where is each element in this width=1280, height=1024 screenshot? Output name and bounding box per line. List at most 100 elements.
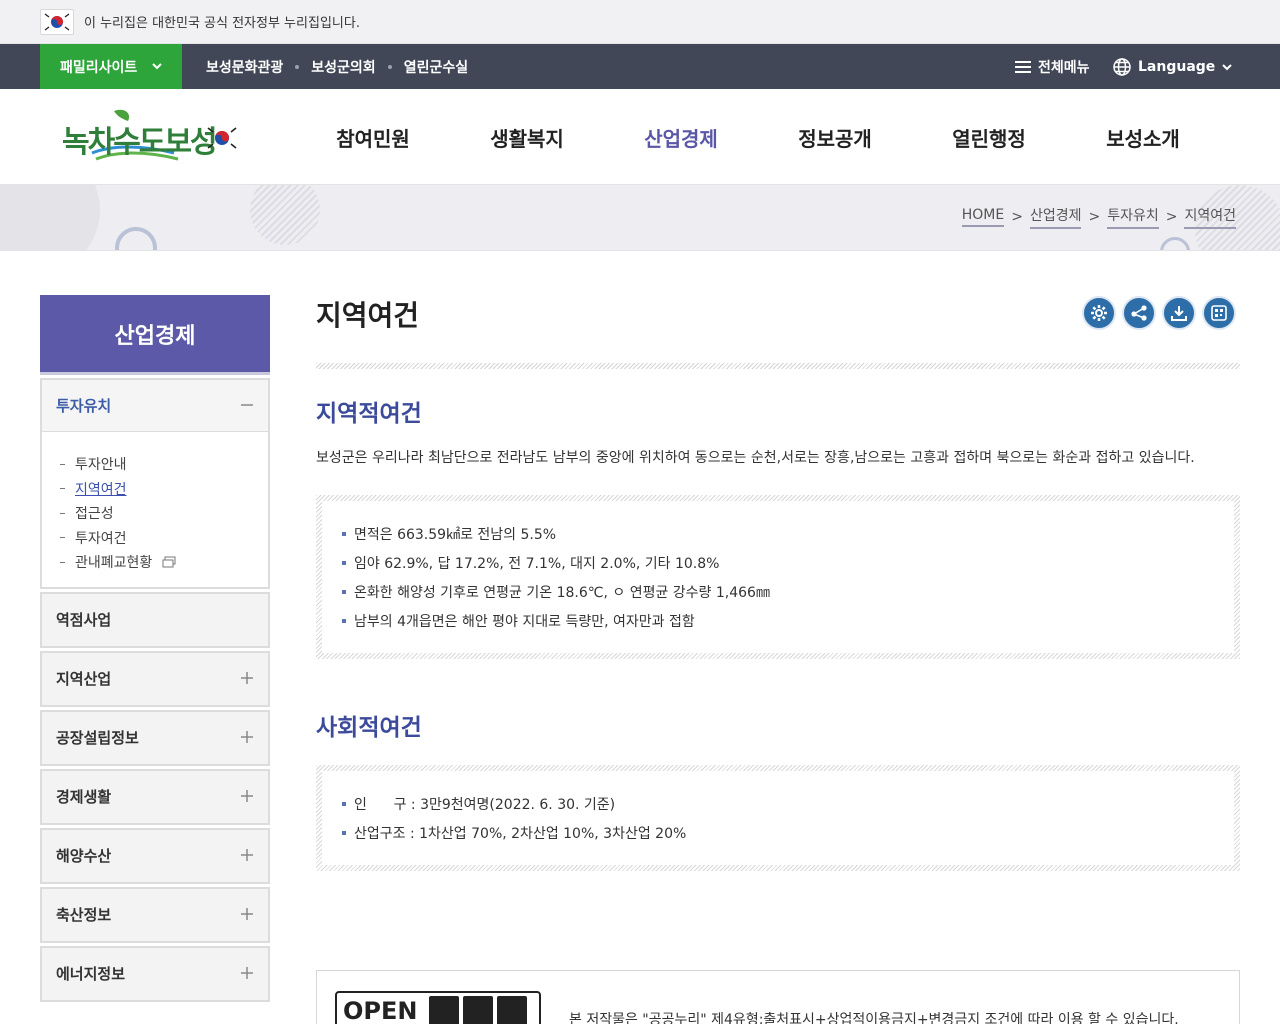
hamburger-icon bbox=[1015, 60, 1031, 73]
lnb-group-label: 축산정보 bbox=[56, 906, 112, 924]
family-site-button[interactable]: 패밀리사이트 bbox=[40, 44, 182, 89]
lnb-group-head[interactable]: 축산정보 bbox=[42, 888, 268, 941]
logo-text: 녹차수도보성 bbox=[62, 125, 218, 160]
gov-banner-text: 이 누리집은 대한민국 공식 전자정부 누리집입니다. bbox=[84, 16, 360, 31]
breadcrumb-home[interactable]: HOME bbox=[961, 207, 1005, 227]
lnb-group-label: 경제생활 bbox=[56, 788, 112, 806]
bullet-text: 인 구 : 3만9천여명(2022. 6. 30. 기준) bbox=[354, 796, 616, 813]
util-link-mayor-office[interactable]: 열린군수실 bbox=[404, 57, 468, 77]
lnb-sub-item[interactable]: 투자여건 bbox=[60, 526, 254, 551]
share-icon bbox=[1131, 305, 1147, 321]
lnb-sub-label: 투자여건 bbox=[75, 530, 127, 547]
lnb-group[interactable]: 해양수산 bbox=[40, 827, 270, 884]
license-text: 본 저작물은 "공공누리" 제4유형:출처표시+상업적이용금지+변경금지 조건에… bbox=[569, 1012, 1179, 1024]
gnb-about-boseong[interactable]: 보성소개 bbox=[1066, 89, 1220, 185]
lnb-group-head[interactable]: 해양수산 bbox=[42, 829, 268, 882]
breadcrumb-investment[interactable]: 투자유치 bbox=[1107, 205, 1159, 229]
lnb-group-head[interactable]: 경제생활 bbox=[42, 770, 268, 823]
site-logo[interactable]: 녹차수도보성 bbox=[62, 105, 242, 169]
korea-flag-icon bbox=[40, 9, 74, 35]
settings-button[interactable] bbox=[1082, 296, 1116, 330]
lnb-sub-label: 접근성 bbox=[75, 506, 114, 523]
gnb-welfare[interactable]: 생활복지 bbox=[450, 89, 604, 185]
gnb-industry-economy[interactable]: 산업경제 bbox=[604, 89, 758, 185]
square-bullet-icon bbox=[342, 589, 346, 594]
gov-banner: 이 누리집은 대한민국 공식 전자정부 누리집입니다. bbox=[0, 0, 1280, 44]
sub-visual-banner: HOME > 산업경제 > 투자유치 > 지역여건 bbox=[0, 185, 1280, 251]
lnb-sub-item[interactable]: 투자안내 bbox=[60, 452, 254, 477]
lnb-submenu: 투자안내 지역여건 접근성 투자여건 관내폐교현황 bbox=[42, 432, 268, 587]
open-badge-text: OPEN bbox=[343, 997, 418, 1024]
breadcrumb-current[interactable]: 지역여건 bbox=[1184, 205, 1236, 229]
chevron-down-icon bbox=[152, 63, 162, 70]
all-menu-button[interactable]: 전체메뉴 bbox=[1014, 44, 1090, 89]
lnb-sub-item[interactable]: 접근성 bbox=[60, 501, 254, 526]
language-button[interactable]: Language bbox=[1112, 44, 1233, 89]
plus-icon bbox=[241, 789, 253, 802]
lnb-group[interactable]: 지역산업 bbox=[40, 650, 270, 707]
square-bullet-icon bbox=[342, 830, 346, 835]
global-navigation: 참여민원 생활복지 산업경제 정보공개 열린행정 보성소개 bbox=[296, 89, 1220, 185]
gnb-open-admin[interactable]: 열린행정 bbox=[912, 89, 1066, 185]
section-description: 보성군은 우리나라 최남단으로 전라남도 남부의 중앙에 위치하여 동으로는 순… bbox=[316, 450, 1195, 466]
lnb-group[interactable]: 에너지정보 bbox=[40, 945, 270, 1002]
site-header: 녹차수도보성 참여민원 생활복지 산업경제 정보공개 열린행정 보성소개 bbox=[0, 89, 1280, 185]
utility-links: 보성문화관광 보성군의회 열린군수실 bbox=[206, 44, 468, 89]
share-button[interactable] bbox=[1122, 296, 1156, 330]
info-bullet: 인 구 : 3만9천여명(2022. 6. 30. 기준) bbox=[342, 789, 1214, 818]
section-title-social: 사회적여건 bbox=[316, 715, 422, 741]
page-title: 지역여건 bbox=[316, 299, 420, 332]
square-bullet-icon bbox=[342, 531, 346, 536]
lnb-group-head[interactable]: 지역산업 bbox=[42, 652, 268, 705]
breadcrumb-industry[interactable]: 산업경제 bbox=[1029, 205, 1082, 229]
plus-icon bbox=[241, 966, 253, 979]
open-license-box: OPEN 본 저작물은 "공공누리" 제4유형:출처표시+상업적이용금지+변경금… bbox=[316, 970, 1240, 1024]
qr-code-button[interactable] bbox=[1202, 296, 1236, 330]
download-icon bbox=[1171, 306, 1187, 321]
dash-bullet bbox=[60, 561, 65, 563]
bullet-text: 온화한 해양성 기후로 연평균 기온 18.6℃, ㅇ 연평균 강수량 1,46… bbox=[354, 584, 770, 601]
info-bullet: 남부의 4개읍면은 해안 평야 지대로 득량만, 여자만과 접함 bbox=[342, 606, 1214, 635]
info-bullet: 면적은 663.59㎢로 전남의 5.5% bbox=[342, 519, 1214, 548]
lnb-group-head[interactable]: 투자유치 bbox=[42, 380, 268, 432]
util-link-culture-tour[interactable]: 보성문화관광 bbox=[206, 57, 283, 77]
lnb-group[interactable]: 역점사업 bbox=[40, 591, 270, 648]
info-box-inner: 면적은 663.59㎢로 전남의 5.5% 임야 62.9%, 답 17.2%,… bbox=[322, 501, 1234, 653]
lnb-group-head[interactable]: 에너지정보 bbox=[42, 947, 268, 1000]
section-title-regional: 지역적여건 bbox=[316, 401, 422, 427]
attribution-icon bbox=[429, 996, 459, 1024]
gear-icon bbox=[1091, 305, 1107, 321]
separator-dot bbox=[295, 64, 300, 69]
lnb-group[interactable]: 경제생활 bbox=[40, 768, 270, 825]
info-box-social: 인 구 : 3만9천여명(2022. 6. 30. 기준) 산업구조 : 1차산… bbox=[316, 765, 1240, 871]
lnb-sub-item-current[interactable]: 지역여건 bbox=[60, 477, 254, 502]
breadcrumb: HOME > 산업경제 > 투자유치 > 지역여건 bbox=[961, 205, 1236, 229]
plus-icon bbox=[241, 730, 253, 743]
lnb-group[interactable]: 축산정보 bbox=[40, 886, 270, 943]
square-bullet-icon bbox=[342, 618, 346, 623]
lnb-group-label: 해양수산 bbox=[56, 847, 112, 865]
page-tools bbox=[1076, 296, 1236, 330]
square-bullet-icon bbox=[342, 801, 346, 806]
util-link-council[interactable]: 보성군의회 bbox=[311, 57, 375, 77]
dash-bullet bbox=[60, 488, 65, 490]
no-commercial-icon bbox=[463, 996, 493, 1024]
decor-circle bbox=[115, 227, 157, 250]
qr-code-icon bbox=[1211, 305, 1227, 321]
lnb-group-label: 지역산업 bbox=[56, 670, 112, 688]
dash-bullet bbox=[60, 537, 65, 539]
lnb-group-head[interactable]: 역점사업 bbox=[42, 593, 268, 646]
gnb-participation[interactable]: 참여민원 bbox=[296, 89, 450, 185]
lnb-sub-item[interactable]: 관내폐교현황 bbox=[60, 550, 254, 575]
gnb-information[interactable]: 정보공개 bbox=[758, 89, 912, 185]
bullet-text: 남부의 4개읍면은 해안 평야 지대로 득량만, 여자만과 접함 bbox=[354, 613, 695, 630]
breadcrumb-separator: > bbox=[1165, 209, 1178, 225]
bullet-text: 임야 62.9%, 답 17.2%, 전 7.1%, 대지 2.0%, 기타 1… bbox=[354, 555, 720, 572]
lnb-group-label: 투자유치 bbox=[56, 397, 112, 415]
lnb-group-head[interactable]: 공장설립정보 bbox=[42, 711, 268, 764]
lnb-title: 산업경제 bbox=[40, 295, 270, 375]
download-button[interactable] bbox=[1162, 296, 1196, 330]
lnb-group[interactable]: 공장설립정보 bbox=[40, 709, 270, 766]
new-window-icon bbox=[162, 556, 176, 568]
plus-icon bbox=[241, 671, 253, 684]
